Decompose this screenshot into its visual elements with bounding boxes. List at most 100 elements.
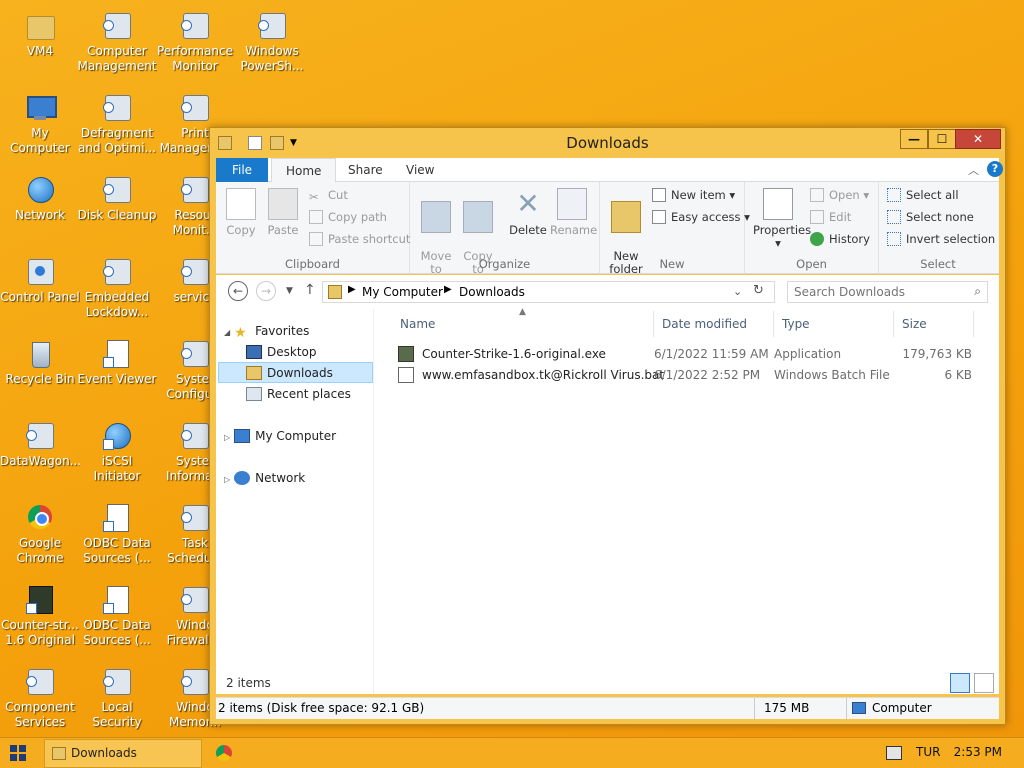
folder-icon [23, 8, 57, 42]
tab-share[interactable]: Share [334, 158, 397, 182]
help-icon[interactable]: ? [987, 161, 1003, 177]
desktop-icon-component-services[interactable]: Component Services [0, 664, 80, 730]
invert-selection-button[interactable]: Invert selection [887, 230, 995, 248]
easy-access-button[interactable]: Easy access ▾ [652, 208, 750, 226]
select-group-title: Select [920, 257, 956, 271]
taskbar-item-downloads[interactable]: Downloads [44, 739, 202, 768]
file-row[interactable]: Counter-Strike-1.6-original.exe 6/1/2022… [392, 344, 972, 364]
close-button[interactable]: ✕ [955, 129, 1001, 149]
copy-path-button[interactable]: Copy path [309, 208, 387, 226]
desktop-icon-control-panel[interactable]: Control Panel [0, 254, 80, 305]
tab-home[interactable]: Home [271, 158, 337, 183]
chevron-down-icon[interactable]: ⌄ [733, 285, 742, 298]
expand-arrow-icon[interactable]: ◢ [224, 328, 230, 337]
paste-button[interactable]: Paste [261, 188, 305, 237]
language-indicator[interactable]: TUR [916, 745, 940, 759]
recent-locations-chevron-icon[interactable]: ▼ [286, 286, 293, 296]
new-group: New folder New item ▾ Easy access ▾ New [600, 182, 750, 276]
desktop-icon-my-computer[interactable]: My Computer [0, 90, 80, 156]
column-size[interactable]: Size [894, 311, 974, 337]
tab-view[interactable]: View [392, 158, 448, 182]
nav-favorites[interactable]: ◢ ★ Favorites [224, 321, 309, 342]
maximize-button[interactable]: ☐ [928, 129, 956, 149]
address-bar[interactable]: ▶ My Computer ▶ Downloads ⌄ ↻ [322, 281, 775, 303]
cut-button[interactable]: ✂ Cut [309, 186, 348, 204]
nav-recent-places[interactable]: Recent places [246, 384, 351, 405]
forward-arrow-icon[interactable]: → [256, 281, 276, 301]
desktop-icon-computer-management[interactable]: Computer Management [77, 8, 157, 74]
title-bar[interactable]: ▼ Downloads — ☐ ✕ [210, 128, 1005, 158]
desktop-icon-powershell[interactable]: Windows PowerSh... [232, 8, 312, 74]
new-item-icon [652, 188, 666, 202]
nav-downloads[interactable]: Downloads [218, 362, 373, 383]
breadcrumb-my-computer[interactable]: My Computer [362, 285, 443, 299]
open-button[interactable]: Open ▾ [810, 186, 869, 204]
paste-shortcut-button[interactable]: Paste shortcut [309, 230, 410, 248]
desktop-icon-odbc-2[interactable]: ODBC Data Sources (... [77, 582, 157, 648]
tab-file[interactable]: File [216, 158, 268, 182]
chrome-icon[interactable] [216, 745, 232, 761]
desktop-icon-counter-strike[interactable]: Counter-str... 1.6 Original [0, 582, 80, 648]
nav-network[interactable]: ▷ Network [224, 468, 305, 489]
search-input[interactable] [788, 282, 963, 302]
desktop-icon-embedded-lockdown[interactable]: Embedded Lockdow... [77, 254, 157, 320]
disk-cleanup-icon [100, 172, 134, 206]
control-panel-icon [23, 254, 57, 288]
column-name[interactable]: Name [392, 311, 654, 337]
nav-my-computer[interactable]: ▷ My Computer [224, 426, 336, 447]
status-divider [846, 698, 847, 719]
computer-management-icon [100, 8, 134, 42]
expand-arrow-icon[interactable]: ▷ [224, 433, 230, 442]
minimize-button[interactable]: — [900, 129, 928, 149]
desktop-icon-iscsi-initiator[interactable]: iSCSI Initiator [77, 418, 157, 484]
copy-icon [226, 188, 256, 220]
refresh-icon[interactable]: ↻ [753, 283, 764, 298]
navigation-pane: ◢ ★ Favorites Desktop Downloads Recent pla… [216, 309, 374, 694]
column-date-modified[interactable]: Date modified [654, 311, 774, 337]
desktop-icon-odbc-1[interactable]: ODBC Data Sources (... [77, 500, 157, 566]
select-all-button[interactable]: Select all [887, 186, 959, 204]
recycle-bin-icon [23, 336, 57, 370]
desktop-icon-vm4[interactable]: VM4 [0, 8, 80, 59]
copy-button[interactable]: Copy [219, 188, 263, 237]
select-none-button[interactable]: Select none [887, 208, 974, 226]
nav-desktop[interactable]: Desktop [246, 342, 317, 363]
chevron-up-icon[interactable]: ︿ [968, 162, 979, 178]
properties-button[interactable]: Properties ▾ [753, 188, 811, 250]
large-icons-view-icon[interactable] [974, 673, 994, 693]
desktop-icon-datawagon[interactable]: DataWagon... [0, 418, 80, 469]
breadcrumb-downloads[interactable]: Downloads [459, 285, 525, 299]
task-scheduler-icon [178, 500, 212, 534]
delete-button[interactable]: ✕ Delete [506, 188, 550, 237]
clock[interactable]: 2:53 PM [954, 745, 1002, 759]
desktop-icon-performance-monitor[interactable]: Performance Monitor [155, 8, 235, 74]
file-name: www.emfasandbox.tk@Rickroll Virus.bat [422, 368, 665, 382]
new-item-button[interactable]: New item ▾ [652, 186, 735, 204]
new-group-title: New [659, 257, 685, 271]
rename-button[interactable]: Rename [550, 188, 597, 237]
expand-arrow-icon[interactable]: ▷ [224, 475, 230, 484]
defragment-icon [100, 90, 134, 124]
desktop-icon-disk-cleanup[interactable]: Disk Cleanup [77, 172, 157, 223]
component-services-icon [23, 664, 57, 698]
status-divider [754, 698, 755, 719]
windows-start-icon[interactable] [10, 745, 26, 761]
firewall-icon [178, 582, 212, 616]
edit-button[interactable]: Edit [810, 208, 851, 226]
search-icon[interactable]: ⌕ [974, 284, 981, 299]
desktop-icon-chrome[interactable]: Google Chrome [0, 500, 80, 566]
desktop-icon-local-security-policy[interactable]: Local Security Policy [77, 664, 157, 730]
column-type[interactable]: Type [774, 311, 894, 337]
scissors-icon: ✂ [309, 190, 319, 204]
desktop-icon-recycle-bin[interactable]: Recycle Bin [0, 336, 80, 387]
file-row[interactable]: www.emfasandbox.tk@Rickroll Virus.bat 6/… [392, 365, 972, 385]
details-view-icon[interactable] [950, 673, 970, 693]
up-arrow-icon[interactable]: ↑ [304, 282, 316, 298]
desktop-icon-defragment[interactable]: Defragment and Optimi... [77, 90, 157, 156]
history-button[interactable]: History [810, 230, 870, 248]
desktop-icon-network[interactable]: Network [0, 172, 80, 223]
network-tray-icon[interactable] [886, 746, 902, 760]
chevron-right-icon: ▶ [348, 284, 356, 295]
back-arrow-icon[interactable]: ← [228, 281, 248, 301]
desktop-icon-event-viewer[interactable]: Event Viewer [77, 336, 157, 387]
